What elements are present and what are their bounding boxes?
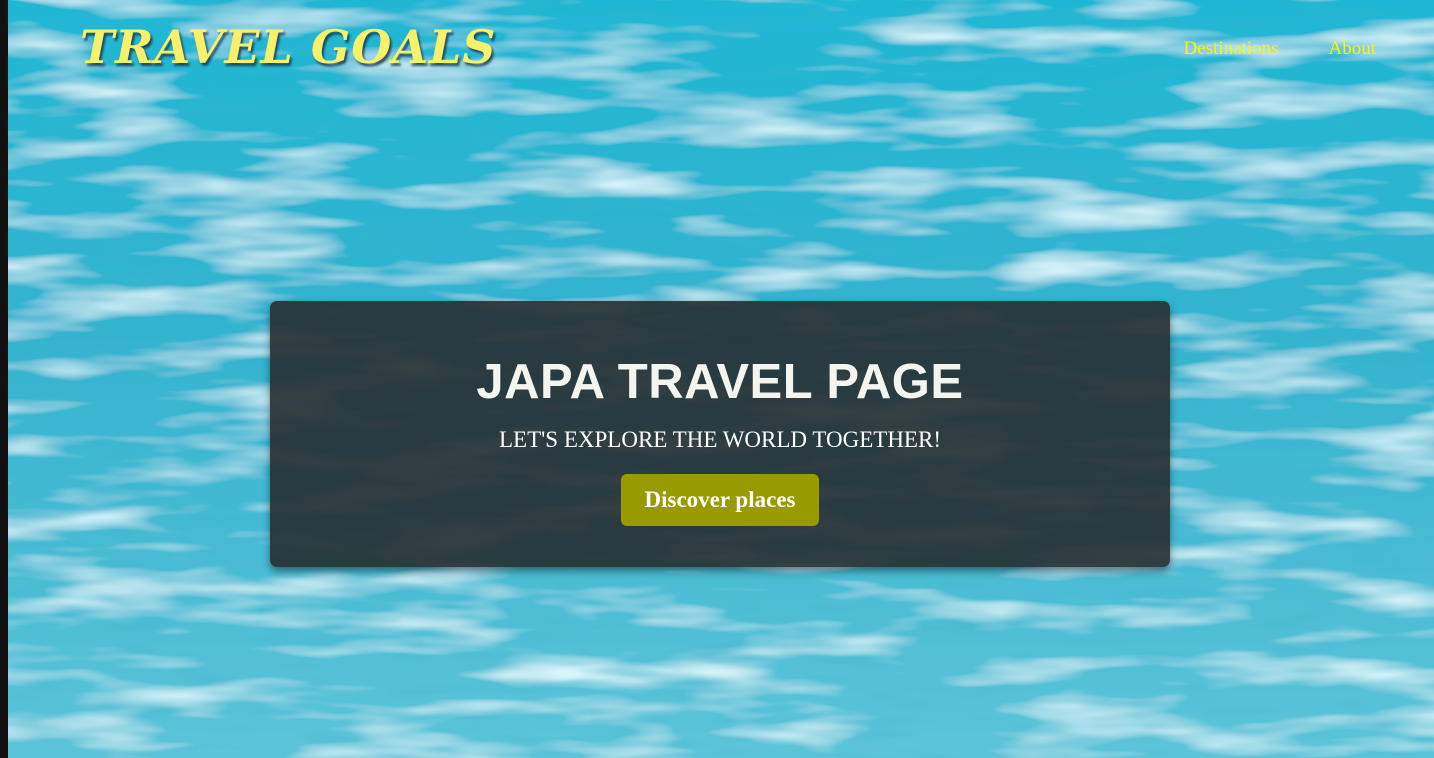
nav-links: Destinations About [1184,38,1377,60]
site-logo[interactable]: TRAVEL GOALS [80,20,497,74]
hero-title: JAPA TRAVEL PAGE [476,355,964,409]
nav-link-about[interactable]: About [1329,38,1377,60]
navbar: TRAVEL GOALS Destinations About [8,0,1434,100]
page: TRAVEL GOALS Destinations About JAPA TRA… [8,0,1434,758]
hero-card: JAPA TRAVEL PAGE LET'S EXPLORE THE WORLD… [270,301,1170,567]
discover-places-button[interactable]: Discover places [620,474,820,526]
hero-subtitle: LET'S EXPLORE THE WORLD TOGETHER! [499,427,941,452]
nav-link-destinations[interactable]: Destinations [1184,38,1279,60]
